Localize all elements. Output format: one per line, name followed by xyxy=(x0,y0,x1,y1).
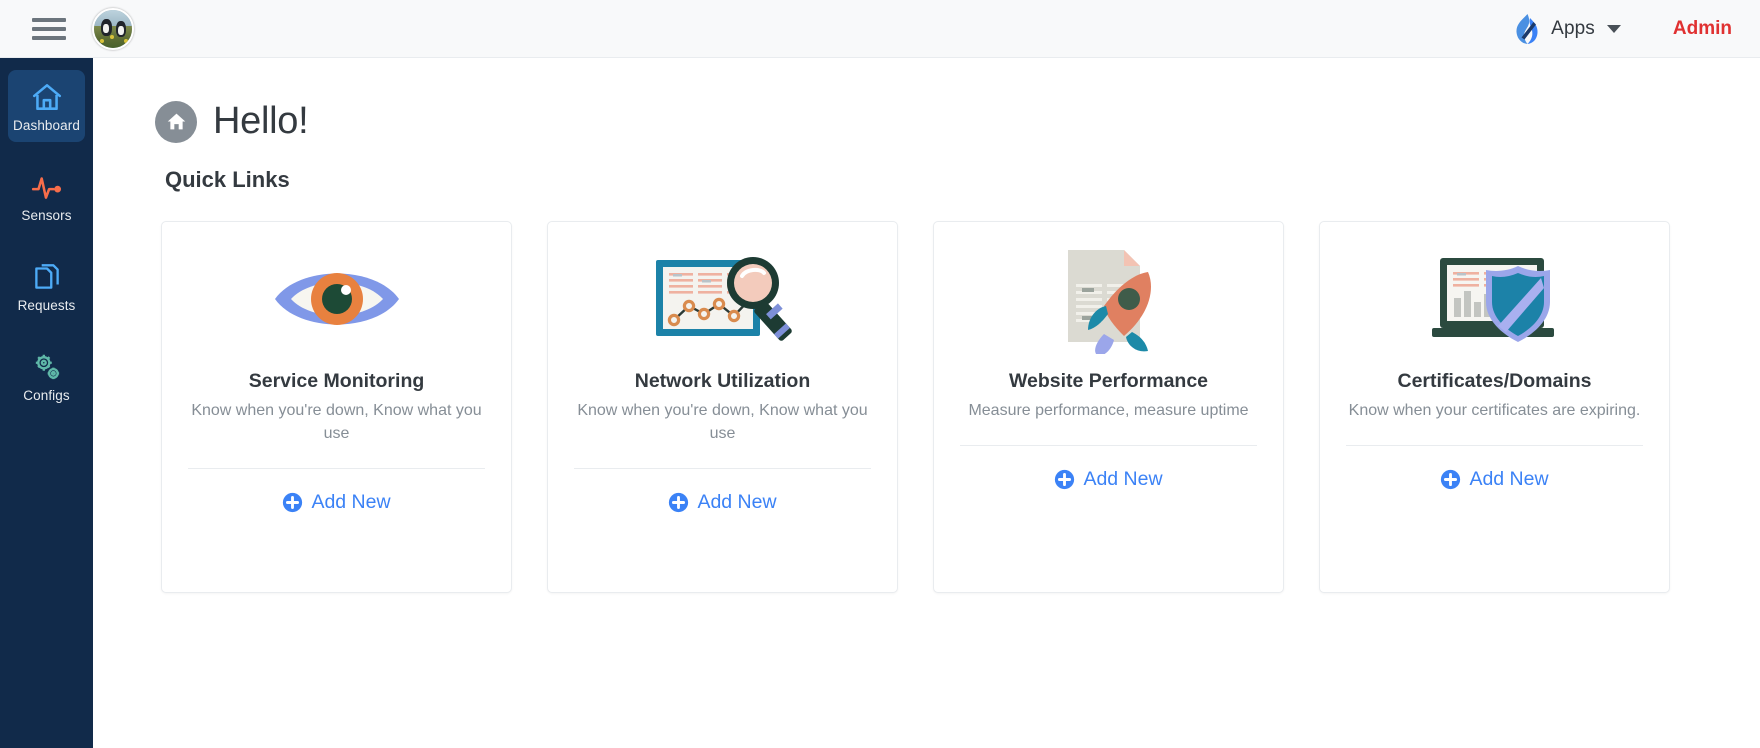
card-title: Service Monitoring xyxy=(248,370,425,392)
sidebar-item-label: Dashboard xyxy=(13,118,80,133)
user-avatar[interactable] xyxy=(92,7,134,50)
greeting-row: Hello! xyxy=(93,58,1760,143)
quick-link-card-network-utilization[interactable]: Network Utilization Know when you're dow… xyxy=(547,221,898,593)
add-new-label: Add New xyxy=(697,491,777,514)
hamburger-menu-icon[interactable] xyxy=(32,16,66,42)
sidebar-item-requests[interactable]: Requests xyxy=(8,250,85,322)
card-description: Measure performance, measure uptime xyxy=(968,402,1249,419)
card-title: Certificates/Domains xyxy=(1397,370,1592,392)
chart-magnifier-icon xyxy=(648,244,798,354)
document-rocket-illustration xyxy=(1067,250,1151,354)
card-divider xyxy=(188,468,485,470)
quick-link-card-service-monitoring[interactable]: Service Monitoring Know when you're down… xyxy=(161,221,512,593)
sidebar-item-configs[interactable]: Configs xyxy=(8,340,85,412)
apps-label: Apps xyxy=(1551,17,1595,39)
quick-links-heading: Quick Links xyxy=(165,167,290,192)
main-content: Hello! Quick Links Service Monitoring Kn… xyxy=(93,58,1760,748)
add-new-label: Add New xyxy=(311,491,391,514)
card-title: Network Utilization xyxy=(634,370,811,392)
quick-link-card-website-performance[interactable]: Website Performance Measure performance,… xyxy=(933,221,1284,593)
card-divider xyxy=(960,445,1257,447)
chart-magnifier-illustration xyxy=(655,257,792,341)
card-divider xyxy=(574,468,871,470)
quick-links-cards: Service Monitoring Know when you're down… xyxy=(93,193,1760,593)
avatar-bird xyxy=(116,20,126,37)
avatar-flower xyxy=(124,38,128,43)
laptop-shield-icon xyxy=(1420,244,1570,354)
plus-circle-icon xyxy=(669,493,689,513)
add-new-button[interactable]: Add New xyxy=(1440,468,1549,491)
home-glyph-icon xyxy=(167,113,185,130)
hamburger-bar xyxy=(32,35,66,40)
admin-link[interactable]: Admin xyxy=(1673,18,1732,40)
sidebar-item-label: Requests xyxy=(17,298,76,313)
card-description: Know when you're down, Know what you use xyxy=(191,402,482,443)
plus-circle-icon xyxy=(1055,470,1075,490)
apps-flame-logo-icon xyxy=(1516,13,1538,44)
add-new-label: Add New xyxy=(1083,468,1163,491)
quick-link-card-certificates-domains[interactable]: Certificates/Domains Know when your cert… xyxy=(1319,221,1670,593)
avatar-flower xyxy=(100,38,104,43)
top-bar-right: Apps Admin xyxy=(1502,7,1760,51)
card-divider xyxy=(1346,445,1643,447)
card-title: Website Performance xyxy=(1008,370,1209,392)
add-new-button[interactable]: Add New xyxy=(282,491,391,514)
page-title: Hello! xyxy=(213,100,309,142)
sidebar-item-sensors[interactable]: Sensors xyxy=(8,160,85,232)
documents-icon xyxy=(34,264,59,289)
plus-circle-icon xyxy=(1441,470,1461,490)
add-new-label: Add New xyxy=(1469,468,1549,491)
home-badge-icon xyxy=(155,100,197,143)
card-description: Know when your certificates are expiring… xyxy=(1348,402,1641,419)
gears-icon xyxy=(35,354,59,380)
sidebar-item-label: Sensors xyxy=(21,208,72,223)
eye-monitoring-icon xyxy=(262,244,412,354)
document-rocket-icon xyxy=(1034,244,1184,354)
hamburger-bar xyxy=(32,26,66,31)
eye-illustration xyxy=(274,273,399,325)
card-description: Know when you're down, Know what you use xyxy=(577,402,868,443)
avatar-sky xyxy=(94,9,132,27)
plus-circle-icon xyxy=(283,493,303,513)
sidebar-item-dashboard[interactable]: Dashboard xyxy=(8,70,85,142)
avatar-flower xyxy=(110,34,114,39)
hamburger-bar xyxy=(32,17,66,22)
top-bar: Apps Admin xyxy=(0,0,1760,58)
home-icon xyxy=(32,84,61,110)
pulse-icon xyxy=(31,177,61,199)
sidebar: Dashboard Sensors Requests Configs xyxy=(0,58,93,748)
chevron-down-icon[interactable] xyxy=(1606,24,1621,33)
laptop-shield-illustration xyxy=(1431,258,1554,342)
avatar-bird xyxy=(101,18,112,36)
apps-menu[interactable]: Apps xyxy=(1502,7,1631,51)
add-new-button[interactable]: Add New xyxy=(668,491,777,514)
add-new-button[interactable]: Add New xyxy=(1054,468,1163,491)
sidebar-item-label: Configs xyxy=(23,388,70,403)
